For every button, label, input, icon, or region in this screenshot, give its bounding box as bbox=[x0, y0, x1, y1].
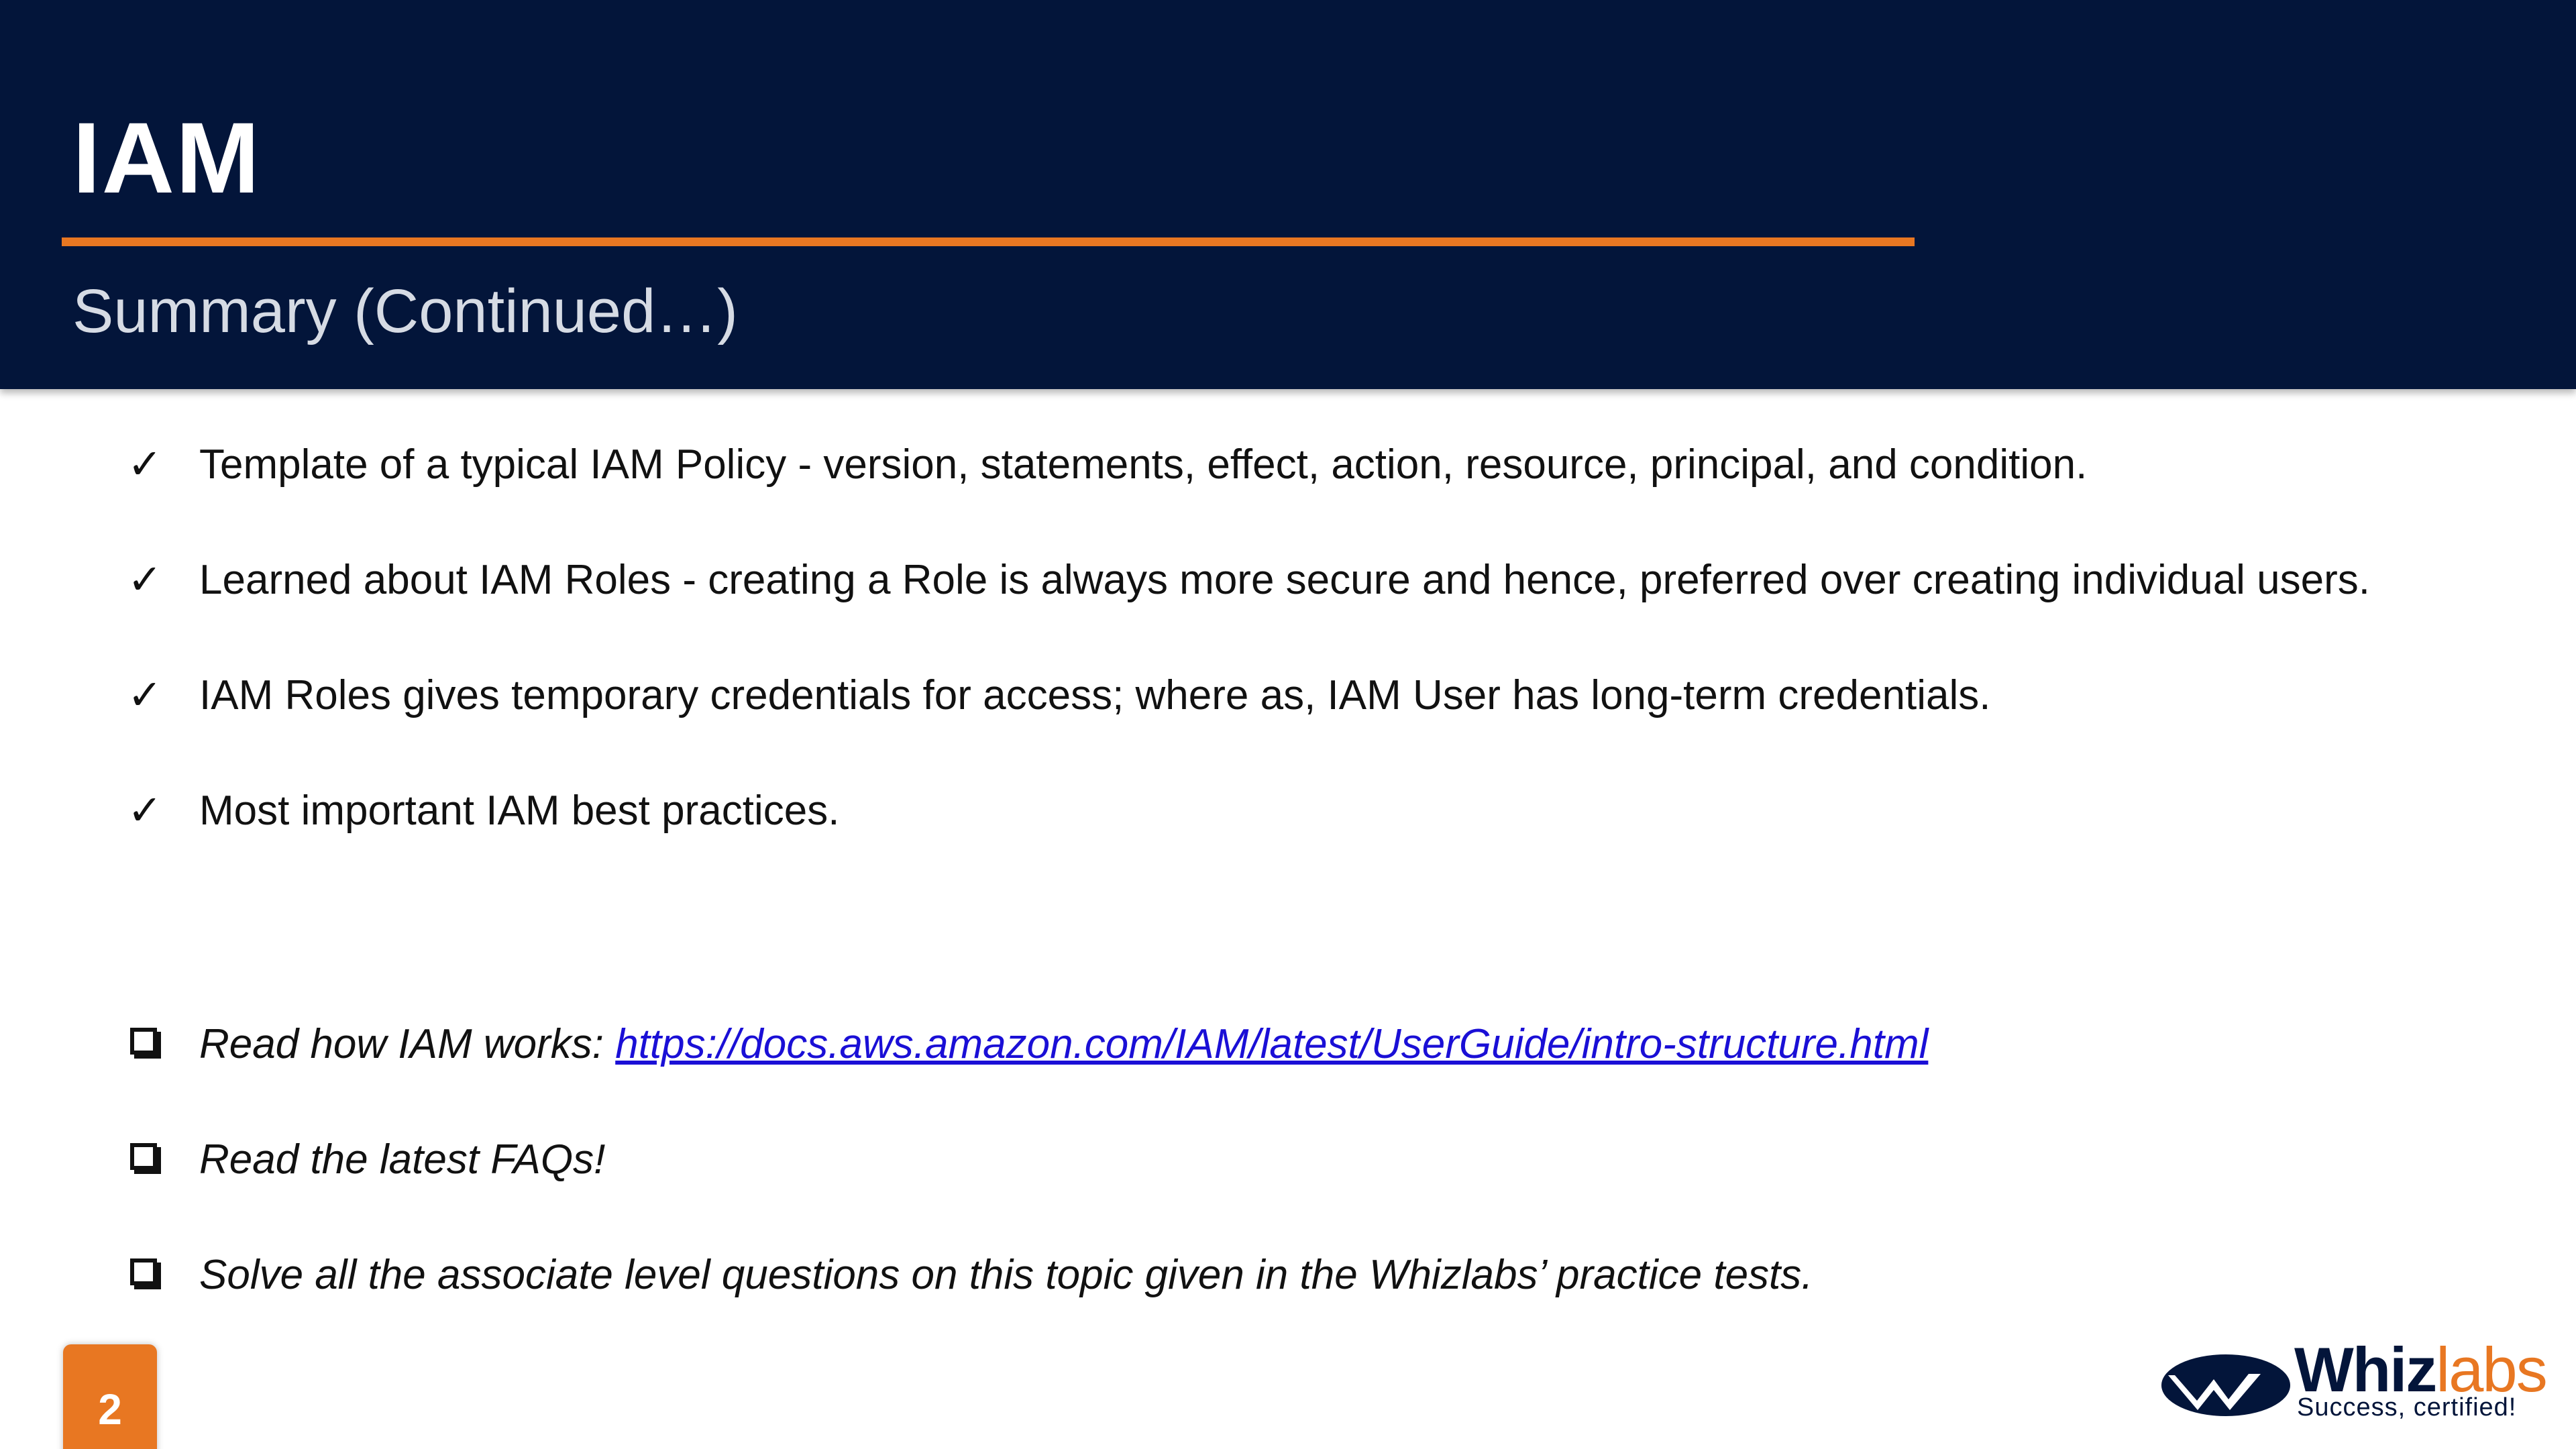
checkmark-icon: ✓ bbox=[127, 672, 162, 718]
checkmark-icon: ✓ bbox=[127, 557, 162, 603]
checkmark-icon: ✓ bbox=[127, 441, 162, 488]
logo-wordmark: Whizlabs bbox=[2294, 1338, 2548, 1401]
page-number: 2 bbox=[98, 1385, 122, 1434]
square-bullet-icon bbox=[130, 1258, 157, 1285]
bullet-text: Template of a typical IAM Policy - versi… bbox=[199, 441, 2088, 488]
square-bullet-icon bbox=[130, 1143, 157, 1170]
bullet-text: Read the latest FAQs! bbox=[199, 1136, 606, 1183]
bullet-text: Learned about IAM Roles - creating a Rol… bbox=[199, 557, 2371, 603]
box-bullet-item: Read how IAM works: https://docs.aws.ama… bbox=[127, 1016, 2475, 1073]
page-number-badge: 2 bbox=[63, 1344, 157, 1449]
slide-subtitle: Summary (Continued…) bbox=[72, 277, 738, 345]
title-underline bbox=[62, 237, 1915, 246]
check-bullet-item: ✓ Learned about IAM Roles - creating a R… bbox=[127, 551, 2475, 609]
bullet-text: Most important IAM best practices. bbox=[199, 788, 840, 834]
square-bullet-icon bbox=[130, 1028, 157, 1055]
box-bullet-list: Read how IAM works: https://docs.aws.ama… bbox=[127, 1016, 2475, 1304]
check-bullet-list: ✓ Template of a typical IAM Policy - ver… bbox=[127, 436, 2475, 840]
slide-header: IAM Summary (Continued…) bbox=[0, 0, 2576, 389]
whizlabs-logo: Whizlabs Success, certified! bbox=[2160, 1338, 2548, 1426]
checkmark-icon: ✓ bbox=[127, 788, 162, 834]
bullet-text: Solve all the associate level questions … bbox=[199, 1252, 1813, 1298]
box-bullet-item: Read the latest FAQs! bbox=[127, 1131, 2475, 1189]
logo-tagline: Success, certified! bbox=[2297, 1393, 2517, 1421]
bullet-text: Read how IAM works: bbox=[199, 1021, 616, 1067]
check-bullet-item: ✓ Most important IAM best practices. bbox=[127, 782, 2475, 840]
iam-docs-link[interactable]: https://docs.aws.amazon.com/IAM/latest/U… bbox=[615, 1021, 1928, 1067]
check-bullet-item: ✓ Template of a typical IAM Policy - ver… bbox=[127, 436, 2475, 494]
slide-title: IAM bbox=[72, 101, 261, 214]
slide: IAM Summary (Continued…) ✓ Template of a… bbox=[0, 0, 2576, 1449]
whizlabs-logo-icon bbox=[2161, 1354, 2290, 1416]
bullet-text: IAM Roles gives temporary credentials fo… bbox=[199, 672, 1991, 718]
check-bullet-item: ✓ IAM Roles gives temporary credentials … bbox=[127, 667, 2475, 724]
box-bullet-item: Solve all the associate level questions … bbox=[127, 1246, 2475, 1304]
